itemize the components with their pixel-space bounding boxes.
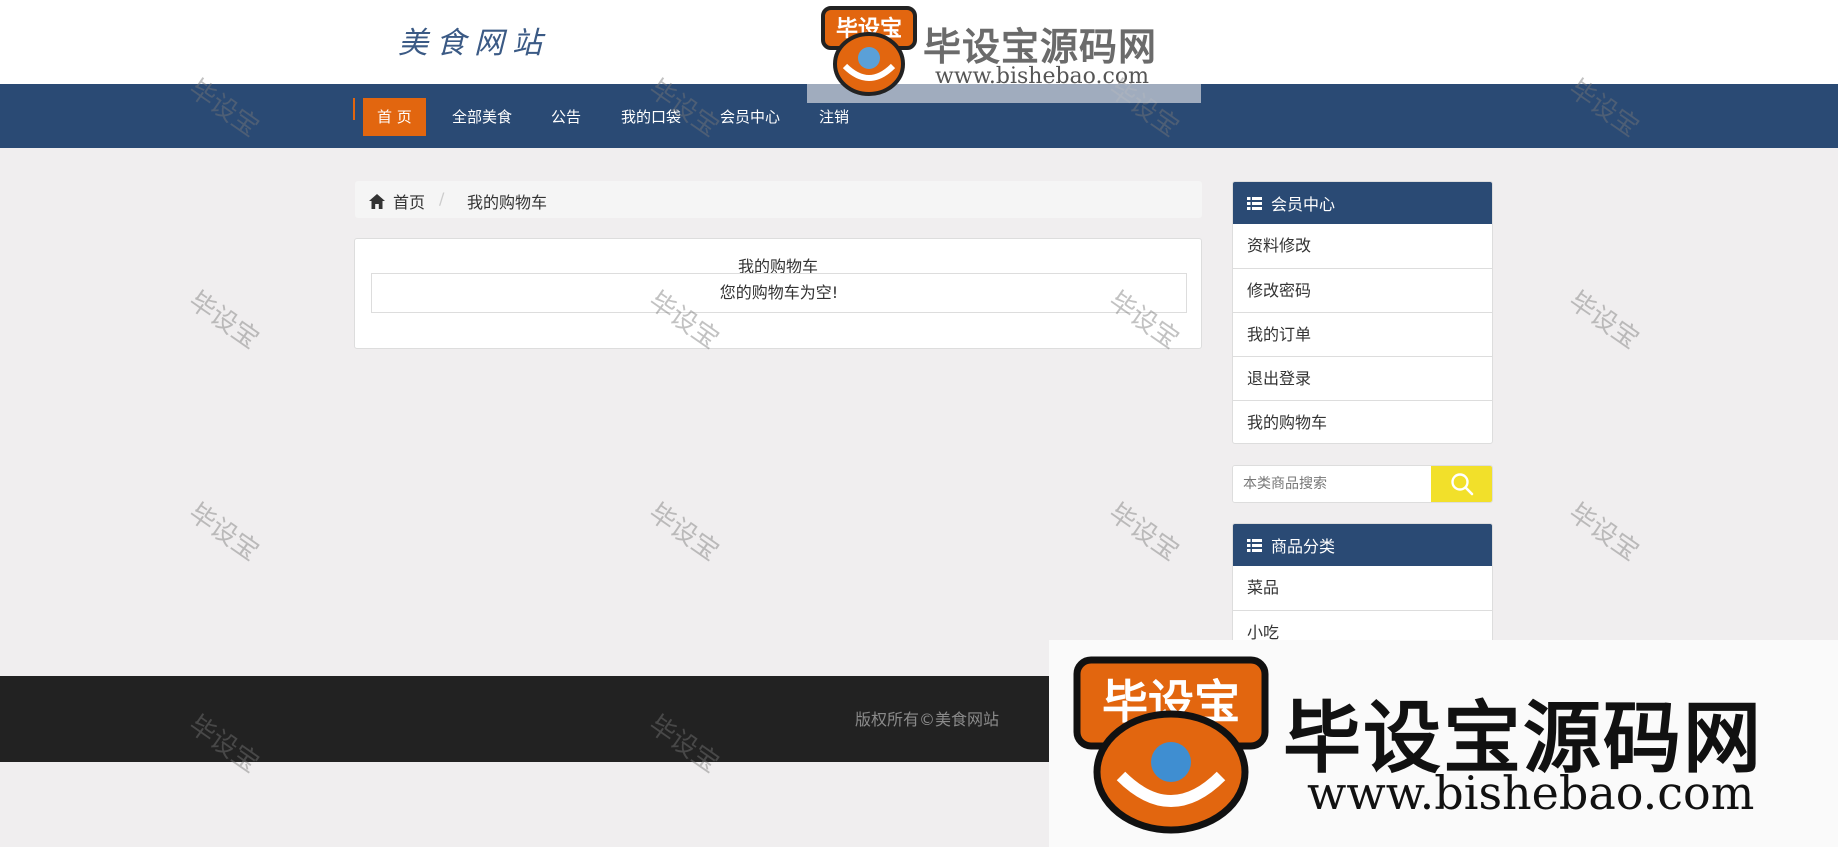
watermark-banner-large: 毕设宝 毕设宝源码网 www.bishebao.com: [1049, 640, 1838, 847]
category-link-snacks[interactable]: 小吃: [1233, 610, 1492, 642]
watermark-text: 毕设宝: [183, 285, 265, 356]
category-link-dishes[interactable]: 菜品: [1233, 566, 1492, 610]
cart-empty-message: 您的购物车为空!: [371, 273, 1187, 313]
breadcrumb-current: 我的购物车: [467, 193, 548, 212]
cart-panel: 我的购物车 您的购物车为空!: [354, 238, 1202, 349]
category-title: 商品分类: [1271, 537, 1336, 556]
watermark-text: 毕设宝: [1563, 285, 1645, 356]
category-panel: 商品分类 菜品 小吃: [1232, 523, 1493, 643]
member-link-my-cart[interactable]: 我的购物车: [1233, 400, 1492, 443]
watermark-text: 毕设宝: [643, 497, 725, 568]
category-header: 商品分类: [1233, 524, 1492, 566]
watermark-brand-small: 毕设宝源码网: [923, 25, 1158, 69]
nav-item-home[interactable]: 首 页: [363, 98, 426, 136]
breadcrumb-home-label: 首页: [393, 193, 426, 212]
watermark-banner-top: 毕设宝 毕设宝源码网 www.bishebao.com: [806, 0, 1201, 103]
nav-item-announcement[interactable]: 公告: [537, 98, 595, 136]
site-logo[interactable]: 美食网站: [398, 18, 550, 62]
nav-item-all-food[interactable]: 全部美食: [438, 98, 526, 136]
watermark-url-large: www.bishebao.com: [1307, 766, 1755, 820]
member-center-title: 会员中心: [1271, 195, 1336, 214]
home-icon: [369, 193, 385, 209]
search-icon: [1450, 473, 1473, 496]
member-center-panel: 会员中心 资料修改 修改密码 我的订单 退出登录 我的购物车: [1232, 181, 1493, 444]
breadcrumb: 首页 / 我的购物车: [355, 181, 1202, 218]
breadcrumb-home-link[interactable]: 首页: [369, 189, 425, 213]
nav-item-logout[interactable]: 注销: [805, 98, 863, 136]
mascot-logo-large: 毕设宝: [1073, 656, 1269, 834]
watermark-url-small: www.bishebao.com: [935, 64, 1149, 89]
footer-copyright: 版权所有©美食网站: [855, 710, 1000, 729]
nav-accent-bar: [353, 98, 355, 120]
breadcrumb-separator: /: [439, 189, 445, 208]
watermark-text: 毕设宝: [183, 497, 265, 568]
member-link-logout[interactable]: 退出登录: [1233, 356, 1492, 400]
member-link-my-orders[interactable]: 我的订单: [1233, 312, 1492, 356]
list-icon: [1247, 538, 1262, 552]
product-search-input[interactable]: [1233, 466, 1431, 502]
watermark-text: 毕设宝: [1563, 497, 1645, 568]
nav-item-member-center[interactable]: 会员中心: [706, 98, 794, 136]
nav-item-my-pocket[interactable]: 我的口袋: [607, 98, 695, 136]
mascot-logo-small: 毕设宝: [821, 6, 917, 96]
member-link-change-password[interactable]: 修改密码: [1233, 268, 1492, 312]
member-center-header: 会员中心: [1233, 182, 1492, 224]
list-icon: [1247, 196, 1262, 210]
product-search: [1232, 465, 1493, 503]
search-button[interactable]: [1431, 466, 1492, 502]
member-link-edit-profile[interactable]: 资料修改: [1233, 224, 1492, 268]
watermark-text: 毕设宝: [1103, 497, 1185, 568]
